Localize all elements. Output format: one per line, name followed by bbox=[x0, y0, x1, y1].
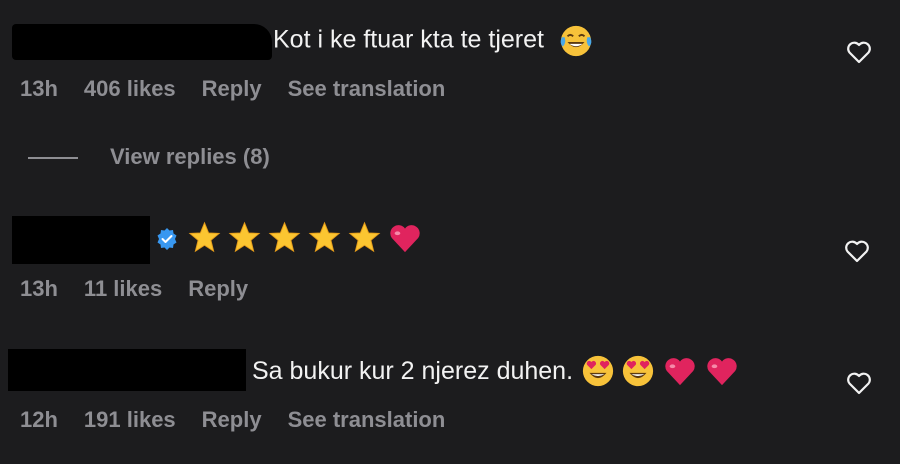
comment-emojis bbox=[188, 221, 422, 254]
comment-text: Sa bukur kur 2 njerez duhen. bbox=[252, 354, 739, 388]
comment-text: Kot i ke ftuar kta te tjeret bbox=[273, 24, 593, 58]
comment-meta: 12h 191 likes Reply See translation bbox=[20, 407, 471, 433]
verified-badge-icon bbox=[157, 228, 177, 250]
replies-divider bbox=[28, 157, 78, 159]
star-emoji bbox=[188, 221, 221, 253]
comment-text-content: Kot i ke ftuar kta te tjeret bbox=[273, 25, 544, 54]
face-with-tears-of-joy-emoji bbox=[560, 25, 592, 57]
star-emoji bbox=[308, 221, 341, 253]
heart-eyes-emoji bbox=[582, 355, 614, 387]
red-heart-emoji bbox=[665, 358, 695, 386]
see-translation-button[interactable]: See translation bbox=[288, 407, 446, 433]
reply-button[interactable]: Reply bbox=[202, 76, 262, 102]
comment-text-content: Sa bukur kur 2 njerez duhen. bbox=[252, 357, 574, 385]
star-emoji bbox=[348, 221, 381, 253]
likes-count[interactable]: 406 likes bbox=[84, 76, 176, 102]
heart-outline-icon[interactable] bbox=[846, 371, 872, 395]
reply-button[interactable]: Reply bbox=[202, 407, 262, 433]
view-replies-button[interactable]: View replies (8) bbox=[110, 144, 270, 170]
redacted-username bbox=[8, 349, 246, 391]
heart-eyes-emoji bbox=[622, 355, 654, 387]
red-heart-emoji bbox=[390, 224, 420, 252]
likes-count[interactable]: 11 likes bbox=[84, 276, 162, 302]
star-emoji bbox=[228, 221, 261, 253]
comment-time: 12h bbox=[20, 407, 58, 432]
heart-outline-icon[interactable] bbox=[844, 239, 870, 263]
likes-count[interactable]: 191 likes bbox=[84, 407, 176, 433]
heart-outline-icon[interactable] bbox=[846, 40, 872, 64]
redacted-username bbox=[12, 216, 150, 264]
redacted-username bbox=[12, 24, 272, 60]
star-emoji bbox=[268, 221, 301, 253]
see-translation-button[interactable]: See translation bbox=[288, 76, 446, 102]
red-heart-emoji bbox=[707, 358, 737, 386]
reply-button[interactable]: Reply bbox=[188, 276, 248, 302]
comment-time: 13h bbox=[20, 276, 58, 301]
comment-meta: 13h 406 likes Reply See translation bbox=[20, 76, 471, 102]
comment-time: 13h bbox=[20, 76, 58, 101]
comment-meta: 13h 11 likes Reply bbox=[20, 276, 274, 302]
